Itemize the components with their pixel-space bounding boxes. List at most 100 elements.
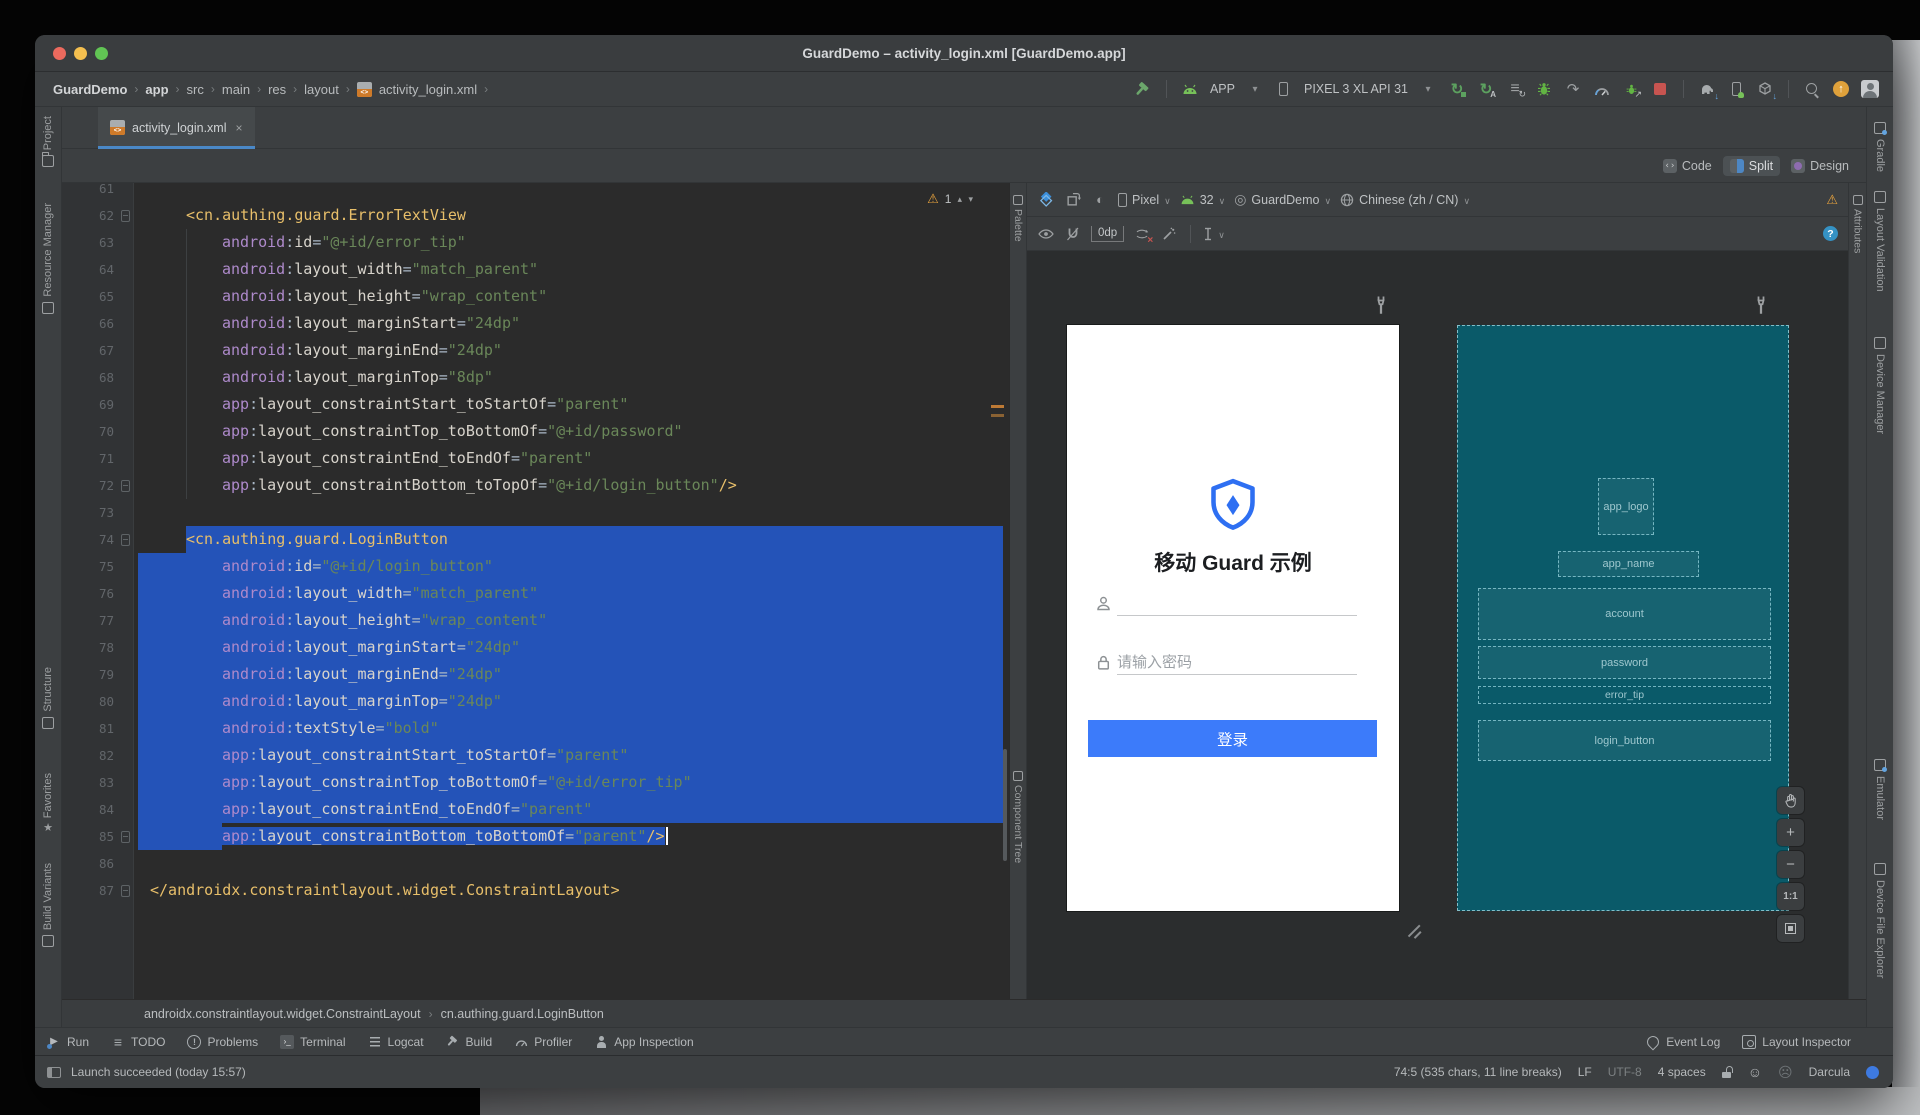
toolwindow-button-run[interactable]: Run: [47, 1035, 89, 1049]
lock-icon[interactable]: [1721, 1066, 1732, 1078]
code-line-67[interactable]: 67 android:layout_marginEnd="24dp": [62, 337, 1009, 364]
breadcrumb-item-guarddemo[interactable]: GuardDemo: [53, 82, 127, 97]
autoconnect-off-magnet-icon[interactable]: [1064, 225, 1082, 243]
blueprint-error_tip[interactable]: error_tip: [1478, 686, 1771, 704]
breadcrumb-item-main[interactable]: main: [222, 82, 250, 97]
night-mode-icon[interactable]: [1091, 191, 1109, 209]
code-line-68[interactable]: 68 android:layout_marginTop="8dp": [62, 364, 1009, 391]
sidebar-item-build-variants[interactable]: Build Variants: [35, 863, 61, 948]
line-ending[interactable]: LF: [1578, 1065, 1592, 1079]
theme-name[interactable]: Darcula: [1809, 1065, 1850, 1079]
zoom-actual-button[interactable]: 1:1: [1777, 883, 1804, 910]
blueprint-app_name[interactable]: app_name: [1558, 551, 1699, 577]
code-line-83[interactable]: 83 app:layout_constraintTop_toBottomOf="@…: [62, 769, 1009, 796]
default-margin-select[interactable]: 0dp: [1091, 225, 1125, 242]
code-line-80[interactable]: 80 android:layout_marginTop="24dp": [62, 688, 1009, 715]
code-line-81[interactable]: 81 android:textStyle="bold": [62, 715, 1009, 742]
zoom-fit-button[interactable]: [1777, 915, 1804, 942]
code-line-64[interactable]: 64 android:layout_width="match_parent": [62, 256, 1009, 283]
warning-stripe-mark[interactable]: [991, 414, 1004, 417]
sidebar-item-device-manager[interactable]: Device Manager: [1867, 337, 1893, 434]
api-select[interactable]: 32: [1180, 193, 1226, 207]
attach-debugger-icon[interactable]: [1564, 80, 1582, 98]
code-line-72[interactable]: 72 app:layout_constraintBottom_toTopOf="@…: [62, 472, 1009, 499]
code-line-76[interactable]: 76 android:layout_width="match_parent": [62, 580, 1009, 607]
design-canvas[interactable]: 移动 Guard 示例 请输入密码 登录 app_logo app_name a…: [1027, 251, 1848, 999]
chevron-down-icon[interactable]: [1419, 80, 1437, 98]
code-line-79[interactable]: 79 android:layout_marginEnd="24dp": [62, 661, 1009, 688]
sidebar-item-device-file-explorer[interactable]: Device File Explorer: [1867, 863, 1893, 978]
sidebar-item-emulator[interactable]: Emulator: [1867, 759, 1893, 820]
zoom-out-button[interactable]: −: [1777, 851, 1804, 878]
toolwindow-button-todo[interactable]: TODO: [111, 1035, 165, 1049]
orientation-icon[interactable]: [1064, 191, 1082, 209]
breadcrumb-item-app[interactable]: app: [145, 82, 168, 97]
target-device-select[interactable]: PIXEL 3 XL API 31: [1304, 82, 1408, 96]
device-select[interactable]: Pixel: [1118, 192, 1171, 207]
code-line-78[interactable]: 78 android:layout_marginStart="24dp": [62, 634, 1009, 661]
locale-select[interactable]: Chinese (zh / CN): [1340, 193, 1470, 207]
apply-changes-bug-icon[interactable]: [1622, 80, 1642, 100]
stop-icon[interactable]: [1651, 80, 1669, 98]
file-encoding[interactable]: UTF-8: [1608, 1065, 1642, 1079]
code-line-84[interactable]: 84 app:layout_constraintEnd_toEndOf="pare…: [62, 796, 1009, 823]
breadcrumb-item-activity-login-xml[interactable]: activity_login.xml: [379, 82, 477, 97]
preview-config-wrench-icon[interactable]: [1373, 295, 1389, 315]
xml-breadcrumb-item[interactable]: cn.authing.guard.LoginButton: [441, 1007, 604, 1021]
code-line-63[interactable]: 63 android:id="@+id/error_tip": [62, 229, 1009, 256]
zoom-in-button[interactable]: +: [1777, 819, 1804, 846]
clear-constraints-icon[interactable]: ×: [1133, 225, 1153, 246]
view-mode-design[interactable]: Design: [1784, 156, 1856, 176]
search-icon[interactable]: [1803, 80, 1821, 98]
palette-tab[interactable]: Palette: [1010, 195, 1026, 242]
code-line-75[interactable]: 75 android:id="@+id/login_button": [62, 553, 1009, 580]
build-list-icon[interactable]: [1506, 80, 1526, 100]
code-line-65[interactable]: 65 android:layout_height="wrap_content": [62, 283, 1009, 310]
gradle-sync-icon[interactable]: [1698, 80, 1719, 101]
sdk-manager-cube-icon[interactable]: [1756, 80, 1777, 101]
code-line-70[interactable]: 70 app:layout_constraintTop_toBottomOf="@…: [62, 418, 1009, 445]
breadcrumb-item-src[interactable]: src: [187, 82, 204, 97]
profiler-gauge-icon[interactable]: [1593, 80, 1611, 98]
inspection-widget[interactable]: ⚠ 1 ▴ ▾: [927, 191, 975, 207]
avatar[interactable]: [1861, 80, 1879, 98]
ide-update-icon[interactable]: ↑: [1832, 80, 1850, 98]
toolwindow-button-app-inspection[interactable]: App Inspection: [594, 1035, 694, 1049]
debug-bug-icon[interactable]: [1535, 80, 1553, 98]
blueprint-preview[interactable]: app_logo app_name account password error_tip…: [1457, 325, 1789, 911]
code-line-86[interactable]: 86: [62, 850, 1009, 877]
feedback-sad-icon[interactable]: ☹: [1778, 1064, 1793, 1081]
device-manager-icon[interactable]: [1727, 80, 1745, 98]
preview-resize-handle[interactable]: [1404, 919, 1422, 937]
code-line-85[interactable]: 85 app:layout_constraintBottom_toBottomOf…: [62, 823, 1009, 850]
chevron-down-icon[interactable]: [1246, 80, 1264, 98]
render-warning-icon[interactable]: ⚠: [1826, 192, 1838, 208]
design-surface-icon[interactable]: [1037, 191, 1055, 209]
component-tree-tab[interactable]: Component Tree: [1010, 771, 1026, 863]
sidebar-item-project[interactable]: Project: [35, 116, 61, 168]
theme-select[interactable]: GuardDemo: [1234, 191, 1331, 208]
code-line-61[interactable]: 61: [62, 183, 1009, 202]
account-input-underline[interactable]: [1117, 615, 1357, 616]
sidebar-item-resource-manager[interactable]: Resource Manager: [35, 203, 61, 314]
toolwindow-button-build[interactable]: Build: [446, 1035, 492, 1049]
tab-activity-login-xml[interactable]: activity_login.xml ×: [98, 107, 255, 149]
code-line-73[interactable]: 73: [62, 499, 1009, 526]
app-logo-shield-icon[interactable]: [1207, 477, 1259, 535]
default-margins-ibeam[interactable]: [1203, 227, 1225, 241]
toolwindow-toggle-icon[interactable]: [47, 1066, 61, 1078]
toolwindow-button-event-log[interactable]: Event Log: [1646, 1035, 1720, 1049]
app-name-text[interactable]: 移动 Guard 示例: [1067, 547, 1399, 577]
feedback-happy-icon[interactable]: ☺: [1748, 1064, 1762, 1080]
code-line-82[interactable]: 82 app:layout_constraintStart_toStartOf="…: [62, 742, 1009, 769]
toolwindow-button-problems[interactable]: Problems: [187, 1034, 258, 1049]
toolwindow-button-terminal[interactable]: Terminal: [280, 1034, 346, 1049]
help-icon[interactable]: ?: [1823, 226, 1838, 241]
code-line-69[interactable]: 69 app:layout_constraintStart_toStartOf="…: [62, 391, 1009, 418]
sidebar-item-gradle[interactable]: Gradle: [1867, 122, 1893, 172]
apply-code-changes-icon[interactable]: [1477, 80, 1496, 99]
password-input-underline[interactable]: [1117, 674, 1357, 675]
code-line-62[interactable]: 62 <cn.authing.guard.ErrorTextView: [62, 202, 1009, 229]
rerun-app-icon[interactable]: [1448, 80, 1466, 98]
toolwindow-button-logcat[interactable]: Logcat: [368, 1035, 424, 1049]
